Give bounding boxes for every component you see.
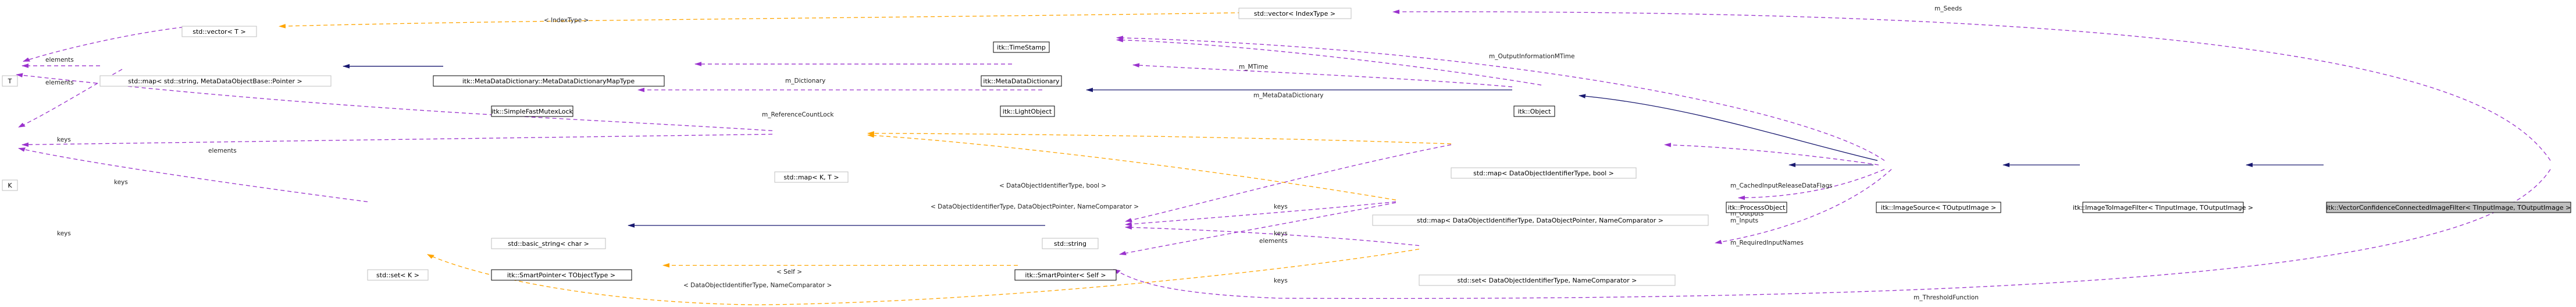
edge-keys-string-dataobj	[1125, 202, 1396, 227]
label-elements-mapkt: elements	[208, 147, 237, 154]
label-elements-sp: elements	[1259, 238, 1288, 245]
node-label: std::map< std::string, MetaDataObjectBas…	[128, 77, 302, 85]
node-label: itk::ImageSource< TOutputImage >	[1881, 204, 1996, 211]
label-inputs: m_Inputs	[1730, 217, 1758, 224]
node-label: std::string	[1054, 240, 1086, 248]
node-label: itk::TimeStamp	[997, 44, 1046, 51]
label-keys-string-2: keys	[1274, 230, 1288, 237]
edge-tmpl-bool	[867, 131, 1451, 144]
node-label: std::map< DataObjectIdentifierType, Data…	[1417, 217, 1663, 224]
label-elements-vector: elements	[45, 57, 74, 63]
node-label: std::map< DataObjectIdentifierType, bool…	[1473, 170, 1614, 177]
label-dictionary: m_Dictionary	[785, 77, 825, 84]
node-std-string[interactable]: std::string	[1042, 238, 1099, 249]
edge-inherit-processobject-object	[1579, 94, 1877, 160]
label-index-type: < IndexType >	[544, 17, 589, 24]
node-vector-t[interactable]: std::vector< T >	[181, 26, 257, 37]
node-label: std::basic_string< char >	[508, 240, 589, 248]
edge-tmpl-dataobj	[867, 133, 1396, 200]
node-object[interactable]: itk::Object	[1513, 105, 1555, 117]
edge-tmpl-indextype	[279, 13, 1242, 29]
node-label: itk::ProcessObject	[1728, 204, 1786, 211]
edge-mtime	[1116, 38, 1541, 86]
edge-keys-mapkt	[22, 134, 772, 147]
label-keys-string-1: keys	[1274, 203, 1288, 210]
node-label: K	[8, 182, 12, 189]
label-output-info-mtime: m_OutputInformationMTime	[1489, 53, 1575, 60]
edge-cached-input	[1664, 143, 1879, 165]
label-keys-mapkt: keys	[114, 179, 128, 186]
node-map-identifier-bool[interactable]: std::map< DataObjectIdentifierType, bool…	[1451, 167, 1637, 179]
label-tmpl-set: < DataObjectIdentifierType, NameComparat…	[683, 282, 832, 289]
label-tmpl-dataobj: < DataObjectIdentifierType, DataObjectPo…	[931, 203, 1139, 210]
edge-keys-string-bool	[1125, 144, 1451, 223]
label-reference-count-lock: m_ReferenceCountLock	[762, 111, 834, 118]
node-label: std::set< K >	[376, 271, 419, 279]
node-time-stamp[interactable]: itk::TimeStamp	[993, 41, 1050, 53]
node-label: itk::Object	[1518, 108, 1552, 115]
edge-meta-data-dictionary	[1132, 63, 1512, 87]
collaboration-diagram: m_Seeds < IndexType > m_OutputInformatio…	[2, 5, 2571, 307]
node-light-object[interactable]: itk::LightObject	[1000, 105, 1055, 117]
node-label: T	[8, 77, 12, 85]
node-image-source[interactable]: itk::ImageSource< TOutputImage >	[1876, 202, 2001, 213]
node-image-to-image-filter[interactable]: itk::ImageToImageFilter< TInputImage, TO…	[2073, 202, 2253, 213]
node-label: std::set< DataObjectIdentifierType, Name…	[1458, 277, 1637, 284]
node-map-k-t[interactable]: std::map< K, T >	[774, 171, 849, 183]
node-set-identifier-namecomparator[interactable]: std::set< DataObjectIdentifierType, Name…	[1419, 274, 1676, 286]
label-cached-input: m_CachedInputReleaseDataFlags	[1730, 182, 1833, 189]
label-keys-set2: keys	[1274, 277, 1288, 284]
label-required-input: m_RequiredInputNames	[1730, 239, 1804, 246]
node-label: itk::MetaDataDictionary	[983, 77, 1060, 85]
node-t[interactable]: T	[2, 75, 18, 87]
label-mtime: m_MTime	[1239, 63, 1268, 70]
node-label: itk::SmartPointer< Self >	[1025, 271, 1106, 279]
label-seeds: m_Seeds	[1934, 5, 1962, 12]
edge-seeds	[1392, 9, 2550, 160]
node-label: std::vector< T >	[193, 28, 245, 36]
node-meta-data-dictionary-map-type[interactable]: itk::MetaDataDictionary::MetaDataDiction…	[433, 75, 665, 87]
node-simple-fast-mutex-lock[interactable]: itk::SimpleFastMutexLock	[491, 105, 573, 117]
node-k[interactable]: K	[2, 179, 18, 191]
node-map-identifier-dataobject[interactable]: std::map< DataObjectIdentifierType, Data…	[1372, 214, 1709, 226]
node-label: itk::ImageToImageFilter< TInputImage, TO…	[2073, 204, 2253, 211]
node-label: itk::VectorConfidenceConnectedImageFilte…	[2326, 204, 2571, 211]
node-label: std::vector< IndexType >	[1254, 10, 1335, 17]
node-label: itk::MetaDataDictionary::MetaDataDiction…	[462, 77, 635, 85]
label-threshold-function: m_ThresholdFunction	[1914, 294, 1979, 301]
node-label: std::map< K, T >	[783, 174, 839, 181]
node-label: itk::LightObject	[1003, 108, 1052, 115]
node-vector-confidence-connected-image-filter[interactable]: itk::VectorConfidenceConnectedImageFilte…	[2326, 202, 2571, 213]
node-smart-pointer-self[interactable]: itk::SmartPointer< Self >	[1014, 269, 1117, 281]
label-keys-setk: keys	[57, 230, 71, 237]
node-map-string-metadata[interactable]: std::map< std::string, MetaDataObjectBas…	[99, 75, 332, 87]
node-process-object[interactable]: itk::ProcessObject	[1726, 202, 1787, 213]
node-basic-string[interactable]: std::basic_string< char >	[491, 238, 606, 249]
label-keys-map: keys	[57, 136, 71, 143]
edge-keys-setk	[18, 147, 368, 202]
node-smart-pointer-tobject[interactable]: itk::SmartPointer< TObjectType >	[491, 269, 632, 281]
label-elements-map: elements	[45, 79, 74, 86]
label-meta-data-dictionary: m_MetaDataDictionary	[1253, 92, 1323, 99]
label-tmpl-bool: < DataObjectIdentifierType, bool >	[999, 182, 1106, 189]
label-self: < Self >	[776, 269, 802, 276]
node-set-k[interactable]: std::set< K >	[367, 269, 429, 281]
node-meta-data-dictionary[interactable]: itk::MetaDataDictionary	[981, 75, 1062, 87]
node-label: itk::SmartPointer< TObjectType >	[507, 271, 615, 279]
node-label: itk::SimpleFastMutexLock	[491, 108, 573, 115]
node-vector-index-type[interactable]: std::vector< IndexType >	[1238, 8, 1352, 19]
